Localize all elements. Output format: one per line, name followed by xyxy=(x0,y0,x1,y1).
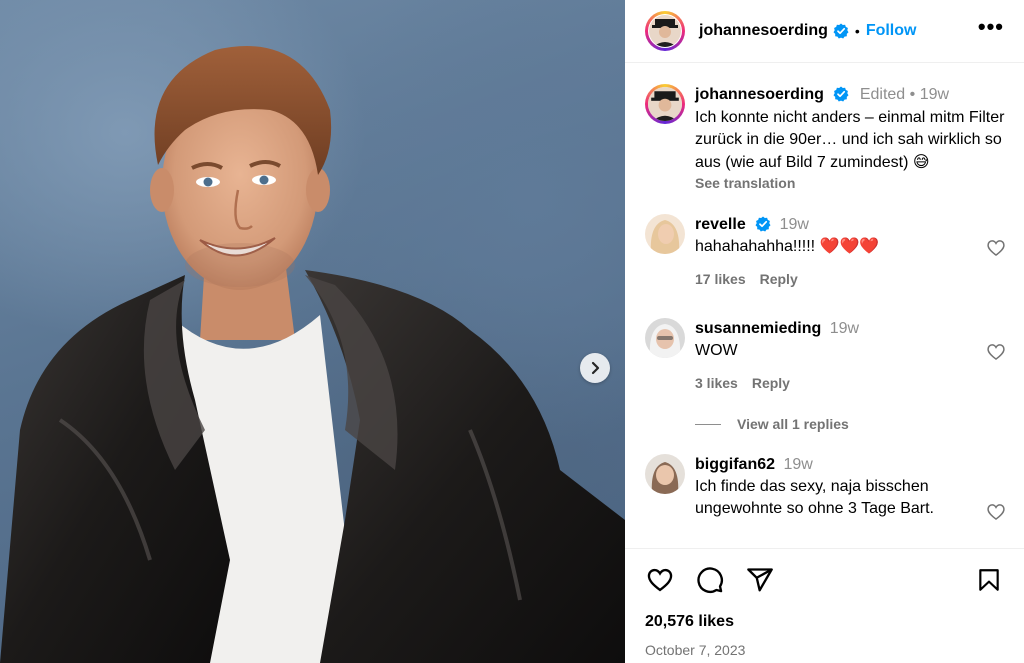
edited-label: Edited xyxy=(859,86,906,103)
like-button[interactable] xyxy=(645,565,675,595)
comment-meta: 17 likes Reply xyxy=(695,268,975,290)
commenter-avatar[interactable] xyxy=(645,454,685,494)
bookmark-icon xyxy=(979,569,999,591)
post-header: johannesoerding • Follow ••• xyxy=(625,0,1024,63)
comment-username[interactable]: revelle xyxy=(695,216,746,233)
comment-body: biggifan62 19w Ich finde das sexy, naja … xyxy=(695,454,975,520)
comment-item: revelle 19w hahahahahha!!!!! ❤️❤️❤️ 17 l… xyxy=(645,214,1024,290)
comment-text: WOW xyxy=(695,342,738,359)
see-translation-link[interactable]: See translation xyxy=(695,174,1005,192)
caption-username[interactable]: johannesoerding xyxy=(695,86,824,103)
next-slide-button[interactable] xyxy=(580,353,610,383)
verified-badge-icon xyxy=(833,23,849,39)
comment-username[interactable]: biggifan62 xyxy=(695,456,775,473)
action-icons xyxy=(645,563,1004,597)
post-media[interactable] xyxy=(0,0,625,663)
comment-text: hahahahahha!!!!! ❤️❤️❤️ xyxy=(695,238,880,255)
heart-icon xyxy=(647,568,673,592)
caption-text: Ich konnte nicht anders – einmal mitm Fi… xyxy=(695,108,1005,171)
post-date[interactable]: October 7, 2023 xyxy=(645,642,1004,658)
heart-icon[interactable] xyxy=(986,502,1006,522)
save-button[interactable] xyxy=(974,565,1004,595)
comment-time[interactable]: 19w xyxy=(783,456,812,473)
comment-username[interactable]: susannemieding xyxy=(695,320,821,337)
share-button[interactable] xyxy=(745,565,775,595)
post-actions: 20,576 likes October 7, 2023 xyxy=(625,548,1024,658)
caption-body: johannesoerding Edited • 19w Ich konnte … xyxy=(695,84,1005,192)
comments-list[interactable]: johannesoerding Edited • 19w Ich konnte … xyxy=(625,64,1024,547)
caption-avatar[interactable] xyxy=(645,84,685,124)
share-icon xyxy=(747,568,773,592)
caption-time[interactable]: 19w xyxy=(920,86,949,103)
comment-button[interactable] xyxy=(695,565,725,595)
heart-icon[interactable] xyxy=(986,342,1006,362)
verified-badge-icon xyxy=(755,216,771,232)
chevron-right-icon xyxy=(591,361,600,375)
post-caption: johannesoerding Edited • 19w Ich konnte … xyxy=(645,64,1024,192)
post-sidebar: johannesoerding • Follow ••• johannesoer… xyxy=(625,0,1024,663)
comment-likes[interactable]: 3 likes xyxy=(695,375,738,391)
verified-badge-icon xyxy=(833,86,849,102)
comment-time[interactable]: 19w xyxy=(780,216,809,233)
post-photo xyxy=(0,46,625,663)
commenter-avatar[interactable] xyxy=(645,214,685,254)
comment-body: revelle 19w hahahahahha!!!!! ❤️❤️❤️ 17 l… xyxy=(695,214,975,290)
commenter-avatar[interactable] xyxy=(645,318,685,358)
reply-button[interactable]: Reply xyxy=(752,375,790,391)
follow-button[interactable]: Follow xyxy=(866,22,917,40)
author-avatar[interactable] xyxy=(645,11,685,51)
more-options-icon[interactable]: ••• xyxy=(978,16,1004,40)
comment-body: susannemieding 19w WOW 3 likes Reply xyxy=(695,318,975,394)
divider xyxy=(695,423,721,425)
comment-icon xyxy=(697,567,723,593)
comment-item: biggifan62 19w Ich finde das sexy, naja … xyxy=(645,454,1024,522)
comment-meta: 3 likes Reply xyxy=(695,372,975,394)
separator-dot: • xyxy=(909,86,920,103)
likes-count[interactable]: 20,576 likes xyxy=(645,613,1004,631)
comment-item: susannemieding 19w WOW 3 likes Reply xyxy=(645,318,1024,394)
comment-time[interactable]: 19w xyxy=(830,320,859,337)
comment-likes[interactable]: 17 likes xyxy=(695,271,746,287)
view-replies-label: View all 1 replies xyxy=(737,416,849,432)
comment-text: Ich finde das sexy, naja bisschen ungewo… xyxy=(695,478,934,517)
heart-icon[interactable] xyxy=(986,238,1006,258)
separator-dot: • xyxy=(854,23,860,39)
author-username[interactable]: johannesoerding xyxy=(699,22,828,40)
reply-button[interactable]: Reply xyxy=(760,271,798,287)
view-replies-button[interactable]: View all 1 replies xyxy=(695,416,1024,432)
